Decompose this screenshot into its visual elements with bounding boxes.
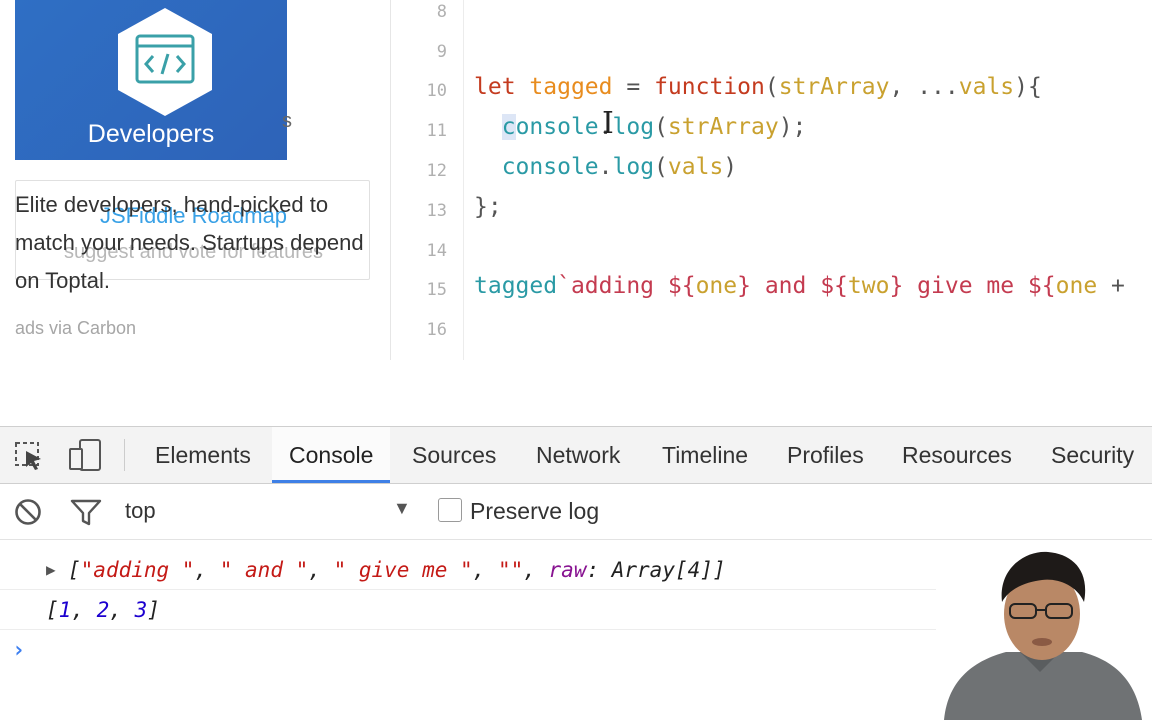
line-number: 11: [426, 121, 447, 141]
text-cursor-icon: I: [602, 106, 614, 141]
preserve-log-checkbox[interactable]: [438, 498, 462, 522]
tab-sources[interactable]: Sources: [395, 427, 513, 483]
code-line-15: tagged`adding ${one} and ${two} give me …: [474, 273, 1125, 299]
sidebar: Developers s JSFiddle Roadmap suggest an…: [0, 0, 391, 360]
line-number: 10: [426, 81, 447, 101]
line-number: 12: [426, 161, 447, 181]
ad-text[interactable]: Elite developers, hand-picked to match y…: [15, 186, 375, 300]
context-select-value: top: [125, 498, 156, 523]
line-number: 15: [426, 280, 447, 300]
clear-console-icon[interactable]: [14, 498, 42, 526]
dropdown-arrow-icon: ▼: [393, 498, 411, 518]
line-number-gutter: 8 9 10 11 12 13 14 15 16: [392, 0, 464, 360]
ad-brand-label: Developers: [87, 120, 215, 148]
code-line-10: let tagged = function(strArray, ...vals)…: [474, 74, 1042, 100]
code-editor[interactable]: 8 9 10 11 12 13 14 15 16 let tagged = fu…: [392, 0, 1152, 360]
carbon-ad-image[interactable]: Developers: [15, 0, 287, 160]
tab-profiles[interactable]: Profiles: [770, 427, 881, 483]
tab-security[interactable]: Security: [1034, 427, 1151, 483]
code-line-13: };: [474, 194, 502, 220]
preserve-log-label[interactable]: Preserve log: [470, 498, 599, 525]
tab-console[interactable]: Console: [272, 427, 391, 483]
console-toolbar: top ▼ Preserve log: [0, 484, 1152, 540]
toolbar-divider: [124, 439, 125, 471]
ad-overflow-text: s: [282, 110, 292, 132]
tab-resources[interactable]: Resources: [885, 427, 1029, 483]
line-number: 14: [426, 241, 447, 261]
tab-elements[interactable]: Elements: [138, 427, 268, 483]
code-line-12: console.log(vals): [501, 154, 738, 180]
console-log-text: [1, 2, 3]: [46, 598, 160, 622]
device-toolbar-icon[interactable]: [68, 439, 102, 471]
devtools-tab-bar: Elements Console Sources Network Timelin…: [0, 426, 1152, 484]
console-log-text: ["adding ", " and ", " give me ", "", ra…: [68, 558, 726, 582]
line-number: 9: [436, 42, 447, 62]
console-prompt-icon[interactable]: ›: [12, 638, 25, 663]
ads-via-carbon-link[interactable]: ads via Carbon: [15, 318, 136, 339]
line-number: 13: [426, 201, 447, 221]
tab-network[interactable]: Network: [519, 427, 637, 483]
filter-icon[interactable]: [70, 498, 102, 526]
expand-arrow-icon[interactable]: ▶: [46, 560, 56, 579]
code-line-11: console.log(strArray);: [501, 114, 807, 140]
layout-gap: [0, 360, 1152, 426]
context-select[interactable]: top ▼: [125, 484, 415, 540]
line-number: 16: [426, 320, 447, 340]
tab-timeline[interactable]: Timeline: [645, 427, 765, 483]
webcam-presenter-image: [936, 548, 1152, 720]
code-window-icon: [118, 8, 212, 116]
inspect-element-icon[interactable]: [14, 441, 44, 471]
line-number: 8: [436, 2, 447, 22]
